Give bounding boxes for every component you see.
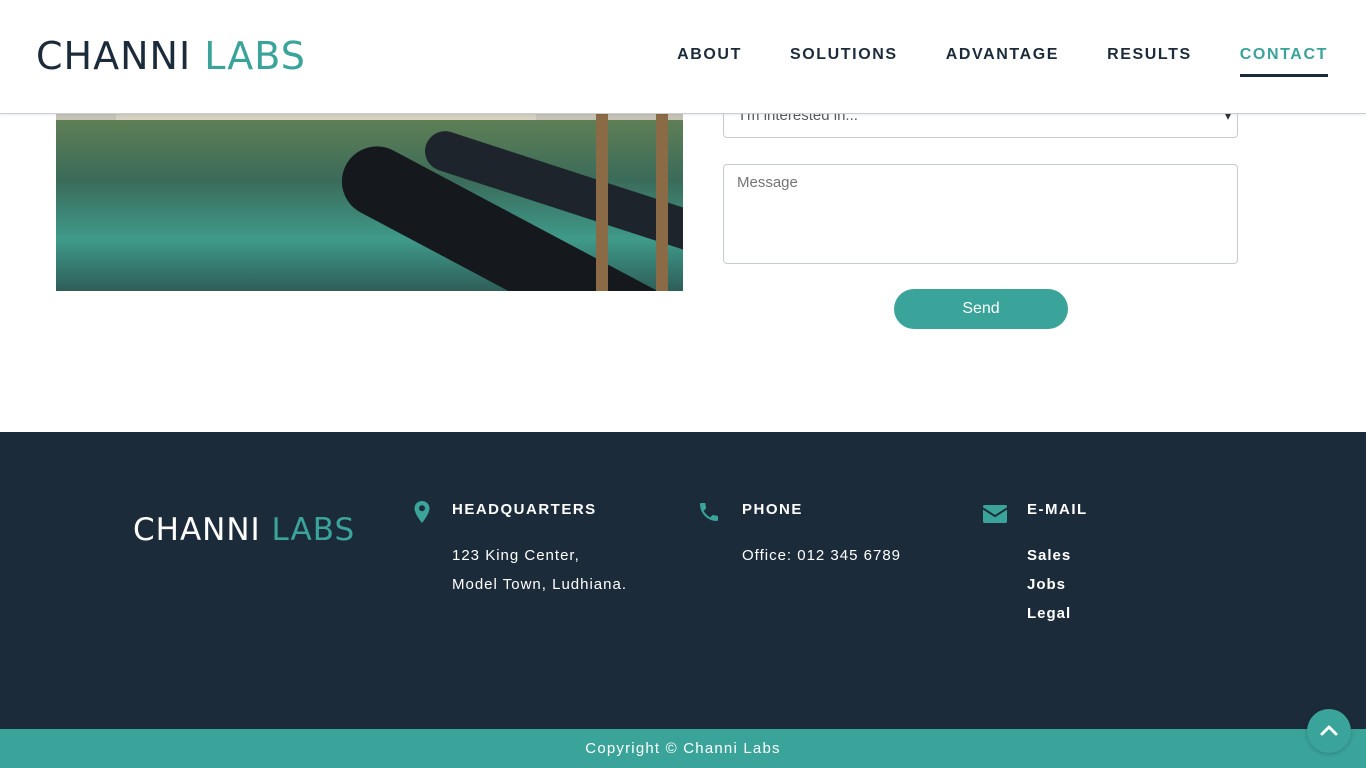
- site-header: CHANNI LABS ABOUT SOLUTIONS ADVANTAGE RE…: [0, 0, 1366, 114]
- email-link-sales[interactable]: Sales: [1027, 547, 1071, 565]
- nav-results[interactable]: RESULTS: [1107, 44, 1192, 77]
- nav-about[interactable]: ABOUT: [677, 44, 742, 77]
- headquarters-title: HEADQUARTERS: [452, 501, 597, 518]
- logo-text-accent: LABS: [204, 34, 306, 78]
- back-to-top-button[interactable]: [1307, 709, 1351, 753]
- email-link-jobs[interactable]: Jobs: [1027, 576, 1066, 594]
- nav-advantage[interactable]: ADVANTAGE: [946, 44, 1059, 77]
- message-field[interactable]: [723, 164, 1238, 264]
- send-button[interactable]: Send: [894, 289, 1068, 329]
- phone-title: PHONE: [742, 501, 803, 518]
- envelope-icon: [983, 505, 1007, 523]
- email-link-legal[interactable]: Legal: [1027, 605, 1071, 623]
- footer-logo: CHANNI LABS: [133, 512, 355, 548]
- footer-logo-text-accent: LABS: [271, 512, 356, 548]
- headquarters-address-line2: Model Town, Ludhiana.: [452, 576, 627, 593]
- nav-solutions[interactable]: SOLUTIONS: [790, 44, 898, 77]
- copyright-bar: Copyright © Channi Labs: [0, 729, 1366, 768]
- footer-logo-text-primary: CHANNI: [133, 512, 261, 548]
- map-pin-icon: [414, 501, 430, 523]
- nav-contact[interactable]: CONTACT: [1239, 44, 1328, 77]
- site-footer: CHANNI LABS HEADQUARTERS 123 King Center…: [0, 432, 1366, 729]
- main-nav: ABOUT SOLUTIONS ADVANTAGE RESULTS CONTAC…: [629, 44, 1328, 77]
- phone-office[interactable]: Office: 012 345 6789: [742, 547, 901, 565]
- site-logo[interactable]: CHANNI LABS: [36, 34, 306, 78]
- phone-icon: [700, 503, 718, 521]
- headquarters-address-line1: 123 King Center,: [452, 547, 580, 564]
- email-title: E-MAIL: [1027, 501, 1088, 518]
- chevron-up-icon: [1320, 725, 1338, 736]
- logo-text-primary: CHANNI: [36, 34, 192, 78]
